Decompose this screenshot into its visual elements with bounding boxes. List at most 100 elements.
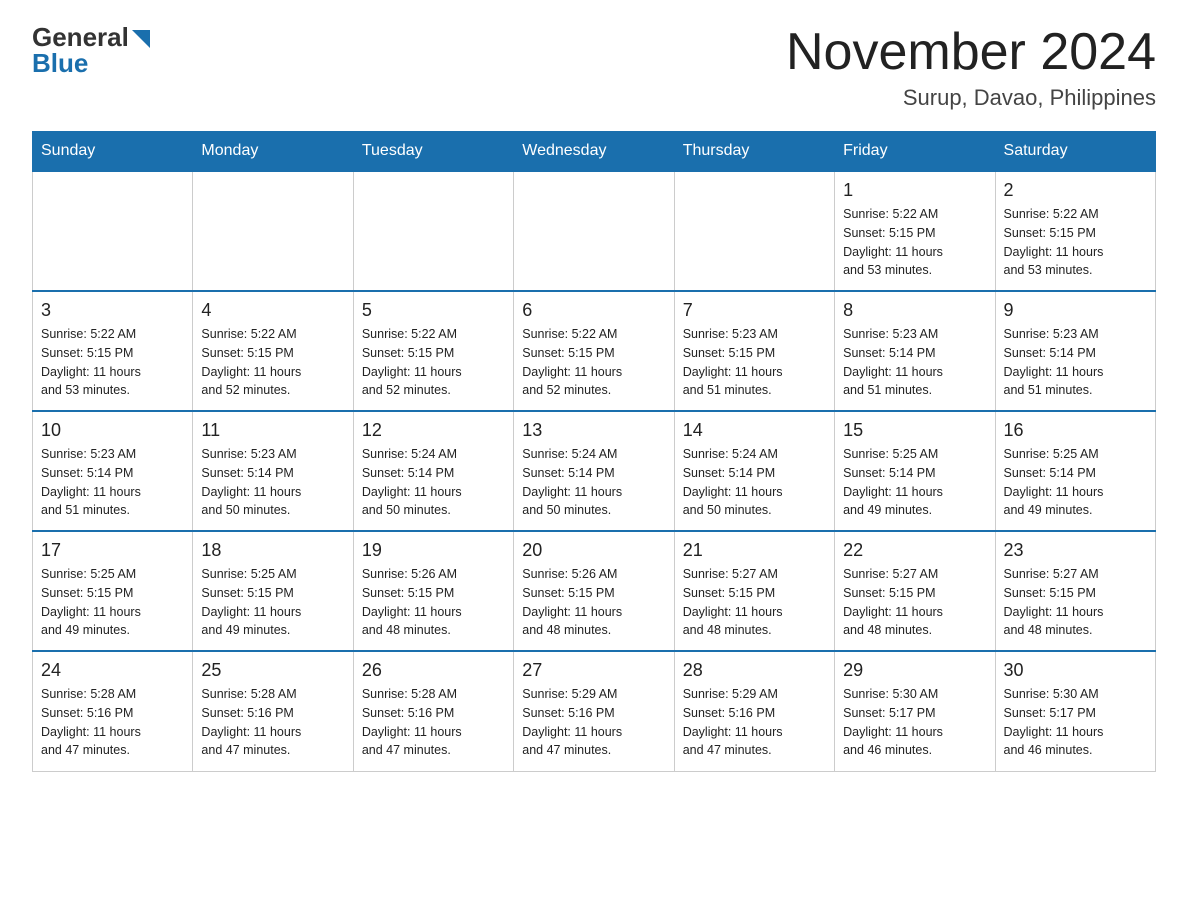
day-info: Sunrise: 5:27 AMSunset: 5:15 PMDaylight:…	[1004, 565, 1147, 640]
day-header-wednesday: Wednesday	[514, 132, 674, 172]
calendar-cell: 27Sunrise: 5:29 AMSunset: 5:16 PMDayligh…	[514, 651, 674, 771]
calendar-cell: 9Sunrise: 5:23 AMSunset: 5:14 PMDaylight…	[995, 291, 1155, 411]
logo: General Blue	[32, 24, 150, 76]
day-info: Sunrise: 5:23 AMSunset: 5:15 PMDaylight:…	[683, 325, 826, 400]
calendar-cell: 10Sunrise: 5:23 AMSunset: 5:14 PMDayligh…	[33, 411, 193, 531]
day-number: 12	[362, 420, 505, 441]
day-number: 17	[41, 540, 184, 561]
day-info: Sunrise: 5:22 AMSunset: 5:15 PMDaylight:…	[1004, 205, 1147, 280]
calendar-cell: 28 Sunrise: 5:29 AMSunset: 5:16 PMDayligh…	[674, 651, 834, 771]
day-info: Sunrise: 5:25 AMSunset: 5:14 PMDaylight:…	[843, 445, 986, 520]
calendar-cell: 7 Sunrise: 5:23 AMSunset: 5:15 PMDaylight…	[674, 291, 834, 411]
month-year-title: November 2024	[786, 24, 1156, 81]
logo-row1: General	[32, 24, 150, 50]
calendar-cell: 21 Sunrise: 5:27 AMSunset: 5:15 PMDayligh…	[674, 531, 834, 651]
calendar-cell: 12 Sunrise: 5:24 AMSunset: 5:14 PMDayligh…	[353, 411, 513, 531]
calendar-cell: 23 Sunrise: 5:27 AMSunset: 5:15 PMDayligh…	[995, 531, 1155, 651]
day-info: Sunrise: 5:22 AMSunset: 5:15 PMDaylight:…	[843, 205, 986, 280]
day-info: Sunrise: 5:25 AMSunset: 5:15 PMDaylight:…	[41, 565, 184, 640]
calendar-cell: 11 Sunrise: 5:23 AMSunset: 5:14 PMDayligh…	[193, 411, 353, 531]
calendar-cell	[193, 171, 353, 291]
day-info: Sunrise: 5:23 AMSunset: 5:14 PMDaylight:…	[843, 325, 986, 400]
day-info: Sunrise: 5:28 AMSunset: 5:16 PMDaylight:…	[201, 685, 344, 760]
location-title: Surup, Davao, Philippines	[786, 85, 1156, 111]
logo-general-text: General	[32, 24, 129, 50]
day-number: 4	[201, 300, 344, 321]
day-number: 25	[201, 660, 344, 681]
day-number: 16	[1004, 420, 1147, 441]
calendar-cell: 19 Sunrise: 5:26 AMSunset: 5:15 PMDayligh…	[353, 531, 513, 651]
day-number: 26	[362, 660, 505, 681]
day-info: Sunrise: 5:27 AMSunset: 5:15 PMDaylight:…	[683, 565, 826, 640]
day-number: 20	[522, 540, 665, 561]
day-info: Sunrise: 5:29 AMSunset: 5:16 PMDaylight:…	[683, 685, 826, 760]
day-number: 19	[362, 540, 505, 561]
day-info: Sunrise: 5:24 AMSunset: 5:14 PMDaylight:…	[683, 445, 826, 520]
day-number: 28	[683, 660, 826, 681]
day-number: 29	[843, 660, 986, 681]
day-number: 11	[201, 420, 344, 441]
day-info: Sunrise: 5:23 AMSunset: 5:14 PMDaylight:…	[41, 445, 184, 520]
day-info: Sunrise: 5:28 AMSunset: 5:16 PMDaylight:…	[362, 685, 505, 760]
logo-blue-text: Blue	[32, 50, 150, 76]
week-row-4: 24 Sunrise: 5:28 AMSunset: 5:16 PMDayligh…	[33, 651, 1156, 771]
day-info: Sunrise: 5:27 AMSunset: 5:15 PMDaylight:…	[843, 565, 986, 640]
day-number: 8	[843, 300, 986, 321]
calendar-cell: 25 Sunrise: 5:28 AMSunset: 5:16 PMDayligh…	[193, 651, 353, 771]
day-number: 27	[522, 660, 665, 681]
calendar-cell: 16 Sunrise: 5:25 AMSunset: 5:14 PMDayligh…	[995, 411, 1155, 531]
day-header-saturday: Saturday	[995, 132, 1155, 172]
week-row-1: 3Sunrise: 5:22 AMSunset: 5:15 PMDaylight…	[33, 291, 1156, 411]
day-number: 7	[683, 300, 826, 321]
day-info: Sunrise: 5:24 AMSunset: 5:14 PMDaylight:…	[522, 445, 665, 520]
day-number: 15	[843, 420, 986, 441]
calendar-cell	[33, 171, 193, 291]
calendar-cell: 4 Sunrise: 5:22 AMSunset: 5:15 PMDaylight…	[193, 291, 353, 411]
day-header-friday: Friday	[835, 132, 995, 172]
calendar-cell: 18Sunrise: 5:25 AMSunset: 5:15 PMDayligh…	[193, 531, 353, 651]
calendar-cell: 14 Sunrise: 5:24 AMSunset: 5:14 PMDayligh…	[674, 411, 834, 531]
day-number: 2	[1004, 180, 1147, 201]
day-header-thursday: Thursday	[674, 132, 834, 172]
day-number: 30	[1004, 660, 1147, 681]
calendar-cell: 3Sunrise: 5:22 AMSunset: 5:15 PMDaylight…	[33, 291, 193, 411]
day-number: 21	[683, 540, 826, 561]
calendar-cell: 17 Sunrise: 5:25 AMSunset: 5:15 PMDayligh…	[33, 531, 193, 651]
calendar-cell: 29Sunrise: 5:30 AMSunset: 5:17 PMDayligh…	[835, 651, 995, 771]
calendar-cell: 26 Sunrise: 5:28 AMSunset: 5:16 PMDayligh…	[353, 651, 513, 771]
day-number: 13	[522, 420, 665, 441]
day-info: Sunrise: 5:24 AMSunset: 5:14 PMDaylight:…	[362, 445, 505, 520]
day-info: Sunrise: 5:22 AMSunset: 5:15 PMDaylight:…	[522, 325, 665, 400]
day-info: Sunrise: 5:25 AMSunset: 5:14 PMDaylight:…	[1004, 445, 1147, 520]
day-info: Sunrise: 5:23 AMSunset: 5:14 PMDaylight:…	[201, 445, 344, 520]
day-info: Sunrise: 5:26 AMSunset: 5:15 PMDaylight:…	[362, 565, 505, 640]
calendar-cell	[674, 171, 834, 291]
day-number: 1	[843, 180, 986, 201]
week-row-3: 17 Sunrise: 5:25 AMSunset: 5:15 PMDayligh…	[33, 531, 1156, 651]
day-number: 14	[683, 420, 826, 441]
calendar-cell: 2 Sunrise: 5:22 AMSunset: 5:15 PMDaylight…	[995, 171, 1155, 291]
day-number: 24	[41, 660, 184, 681]
calendar-cell: 6Sunrise: 5:22 AMSunset: 5:15 PMDaylight…	[514, 291, 674, 411]
header: General Blue November 2024 Surup, Davao,…	[32, 24, 1156, 111]
day-header-row: SundayMondayTuesdayWednesdayThursdayFrid…	[33, 132, 1156, 172]
day-info: Sunrise: 5:25 AMSunset: 5:15 PMDaylight:…	[201, 565, 344, 640]
calendar-table: SundayMondayTuesdayWednesdayThursdayFrid…	[32, 131, 1156, 772]
calendar-cell: 13 Sunrise: 5:24 AMSunset: 5:14 PMDayligh…	[514, 411, 674, 531]
day-info: Sunrise: 5:22 AMSunset: 5:15 PMDaylight:…	[362, 325, 505, 400]
day-number: 23	[1004, 540, 1147, 561]
calendar-cell: 22 Sunrise: 5:27 AMSunset: 5:15 PMDayligh…	[835, 531, 995, 651]
calendar-cell	[353, 171, 513, 291]
day-header-tuesday: Tuesday	[353, 132, 513, 172]
calendar-cell: 8 Sunrise: 5:23 AMSunset: 5:14 PMDaylight…	[835, 291, 995, 411]
day-info: Sunrise: 5:22 AMSunset: 5:15 PMDaylight:…	[41, 325, 184, 400]
calendar-cell: 20Sunrise: 5:26 AMSunset: 5:15 PMDayligh…	[514, 531, 674, 651]
calendar-cell: 24Sunrise: 5:28 AMSunset: 5:16 PMDayligh…	[33, 651, 193, 771]
day-info: Sunrise: 5:22 AMSunset: 5:15 PMDaylight:…	[201, 325, 344, 400]
calendar-cell: 1 Sunrise: 5:22 AMSunset: 5:15 PMDaylight…	[835, 171, 995, 291]
day-number: 5	[362, 300, 505, 321]
week-row-2: 10Sunrise: 5:23 AMSunset: 5:14 PMDayligh…	[33, 411, 1156, 531]
title-area: November 2024 Surup, Davao, Philippines	[786, 24, 1156, 111]
day-number: 22	[843, 540, 986, 561]
logo-arrow-icon	[132, 26, 150, 52]
